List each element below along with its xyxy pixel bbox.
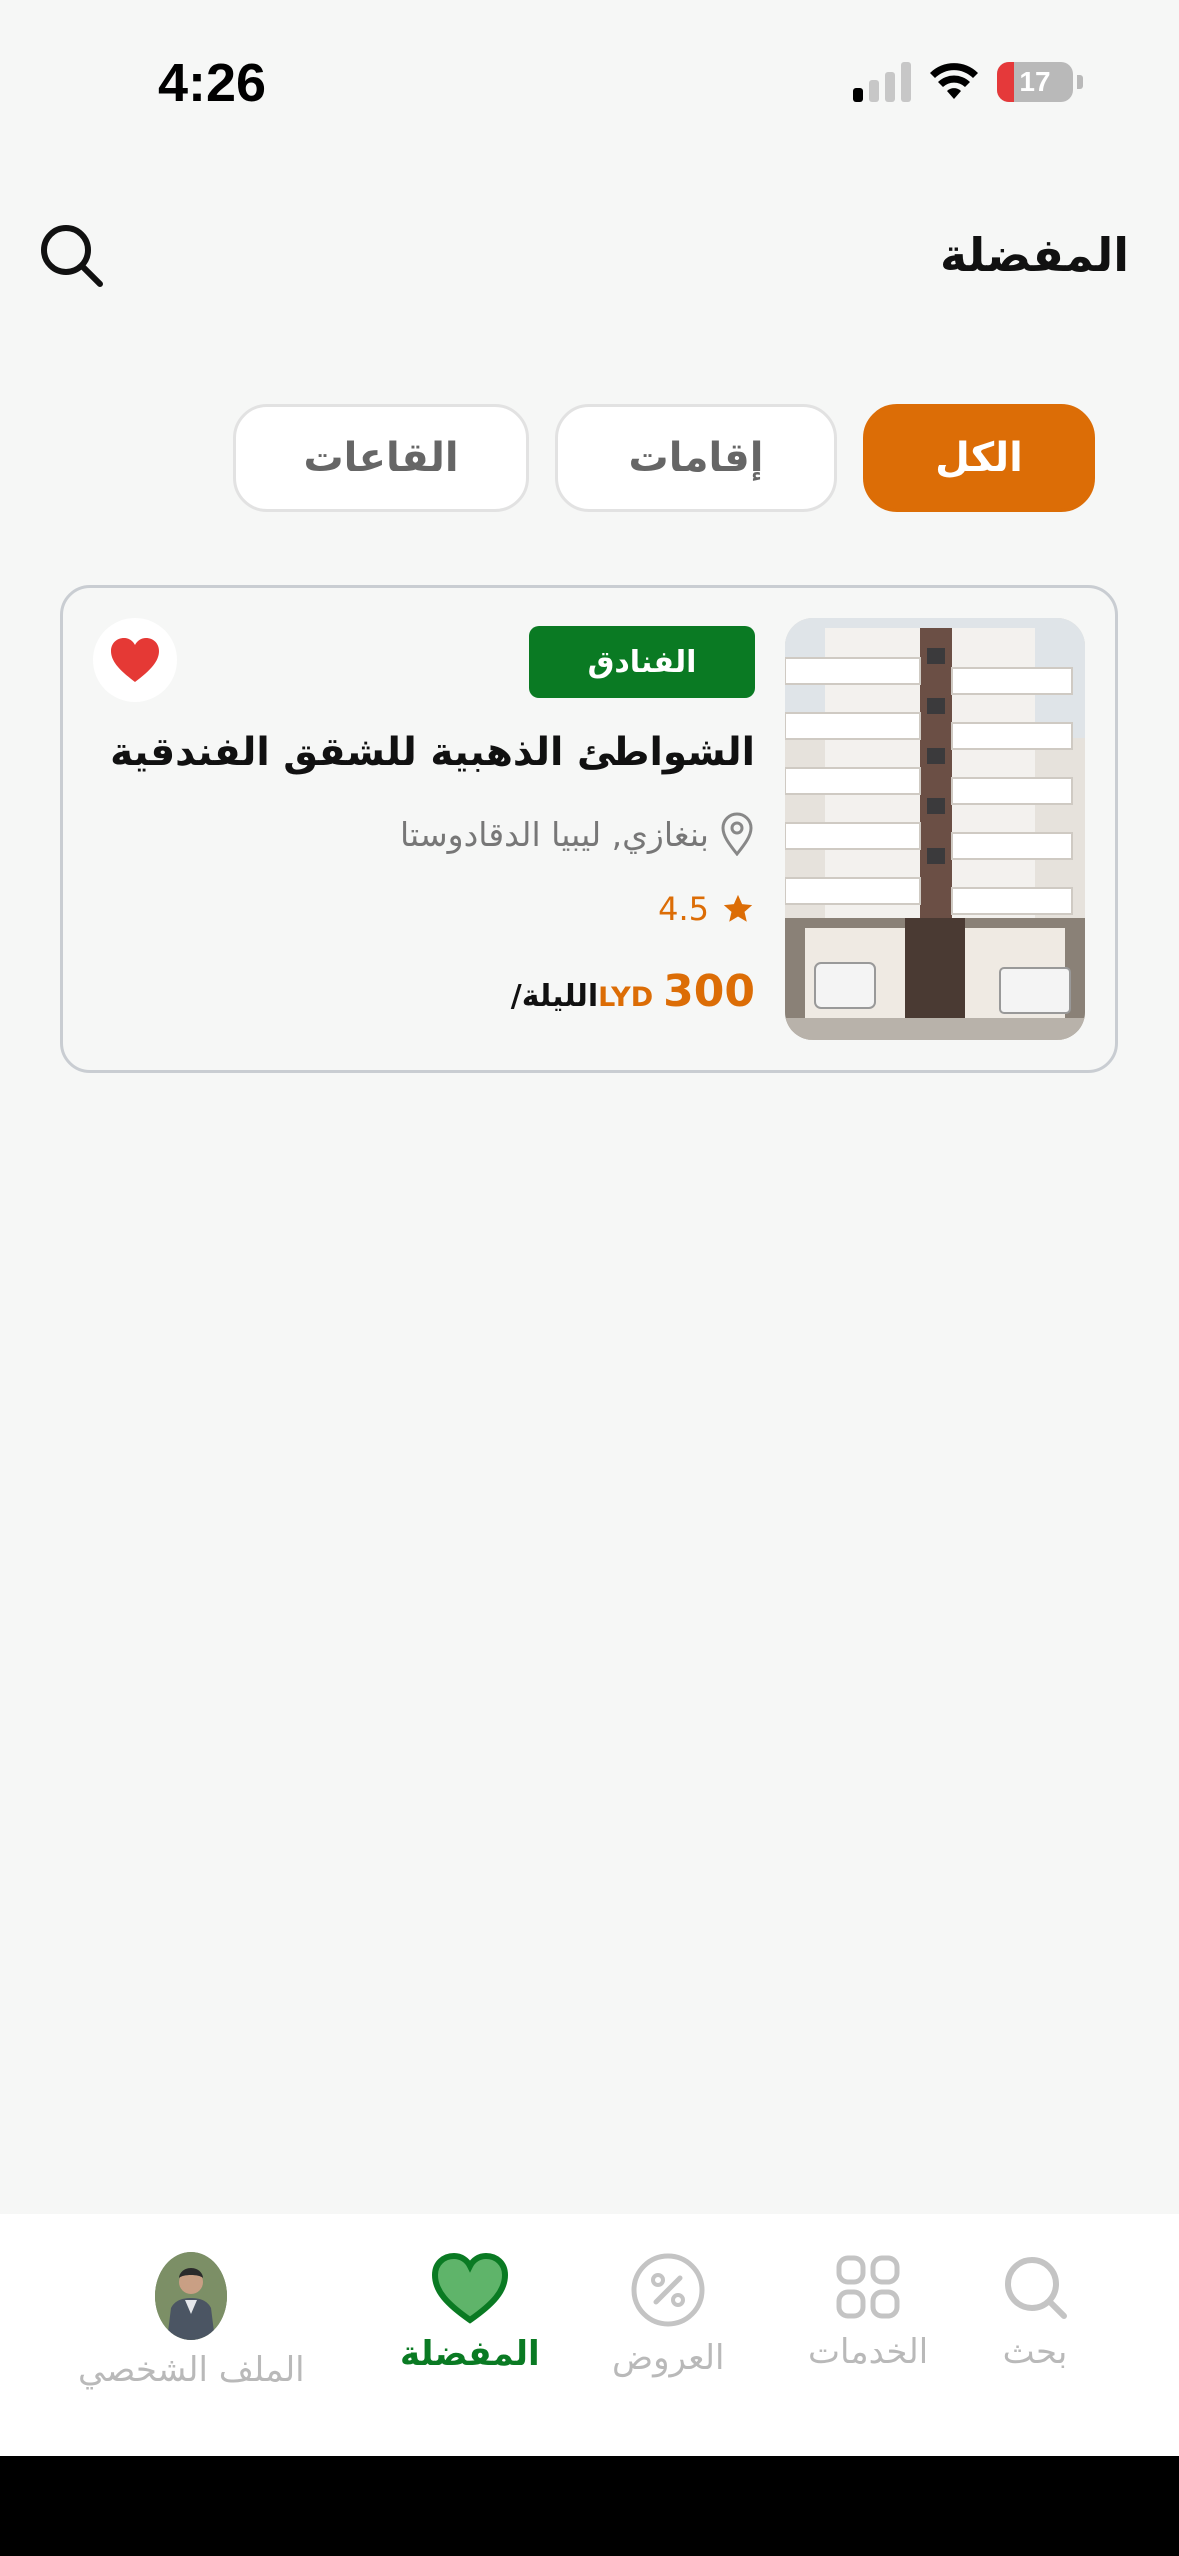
nav-offers[interactable]: العروض [612, 2252, 725, 2378]
price-unit: /الليلة [510, 979, 599, 1014]
price-value: 300 [663, 966, 755, 1017]
status-indicators: 17 [853, 62, 1083, 102]
search-icon [41, 225, 103, 287]
page-title: المفضلة [940, 228, 1129, 282]
location-text: بنغازي, ليبيا الدقادوستا [399, 814, 709, 854]
tab-halls[interactable]: القاعات [233, 404, 529, 512]
percent-icon [631, 2253, 705, 2327]
nav-favorites[interactable]: المفضلة [400, 2252, 540, 2374]
favorite-card[interactable]: الفنادق الشواطئ الذهبية للشقق الفندقية ب… [60, 585, 1118, 1073]
rating-value: 4.5 [658, 890, 709, 928]
property-photo [785, 618, 1085, 1040]
filter-tabs: الكل إقامات القاعات [233, 404, 1095, 512]
signal-icon [853, 62, 911, 102]
nav-profile[interactable]: الملف الشخصي [78, 2252, 305, 2390]
status-time: 4:26 [158, 53, 267, 113]
nav-favorites-label: المفضلة [400, 2334, 540, 2374]
tab-all[interactable]: الكل [863, 404, 1095, 512]
tab-residences[interactable]: إقامات [555, 404, 837, 512]
property-price: /الليلة LYD 300 [511, 966, 755, 1017]
avatar [155, 2252, 228, 2340]
price-currency: LYD [598, 982, 654, 1013]
heart-icon [111, 638, 159, 682]
favorite-toggle[interactable] [93, 618, 177, 702]
star-icon [723, 894, 753, 922]
nav-offers-label: العروض [612, 2338, 725, 2378]
nav-search-label: بحث [1002, 2332, 1068, 2372]
battery-icon: 17 [997, 62, 1073, 102]
nav-services-label: الخدمات [808, 2332, 929, 2372]
grid-icon [836, 2255, 900, 2319]
nav-search[interactable]: بحث [1000, 2252, 1070, 2372]
home-indicator-area [0, 2456, 1179, 2556]
property-rating: 4.5 [658, 890, 755, 928]
heart-icon [431, 2252, 508, 2324]
battery-level: 17 [1019, 66, 1051, 97]
bottom-nav: بحث الخدمات العروض المفضلة الملف الشخصي [0, 2214, 1179, 2456]
location-pin-icon [721, 812, 753, 856]
property-title: الشواطئ الذهبية للشقق الفندقية [110, 730, 755, 775]
search-button[interactable] [36, 220, 108, 292]
nav-services[interactable]: الخدمات [808, 2252, 928, 2372]
wifi-icon [930, 63, 978, 99]
search-icon [1005, 2257, 1067, 2319]
category-badge: الفنادق [529, 626, 755, 698]
nav-profile-label: الملف الشخصي [78, 2350, 305, 2390]
property-location: بنغازي, ليبيا الدقادوستا [400, 812, 755, 856]
